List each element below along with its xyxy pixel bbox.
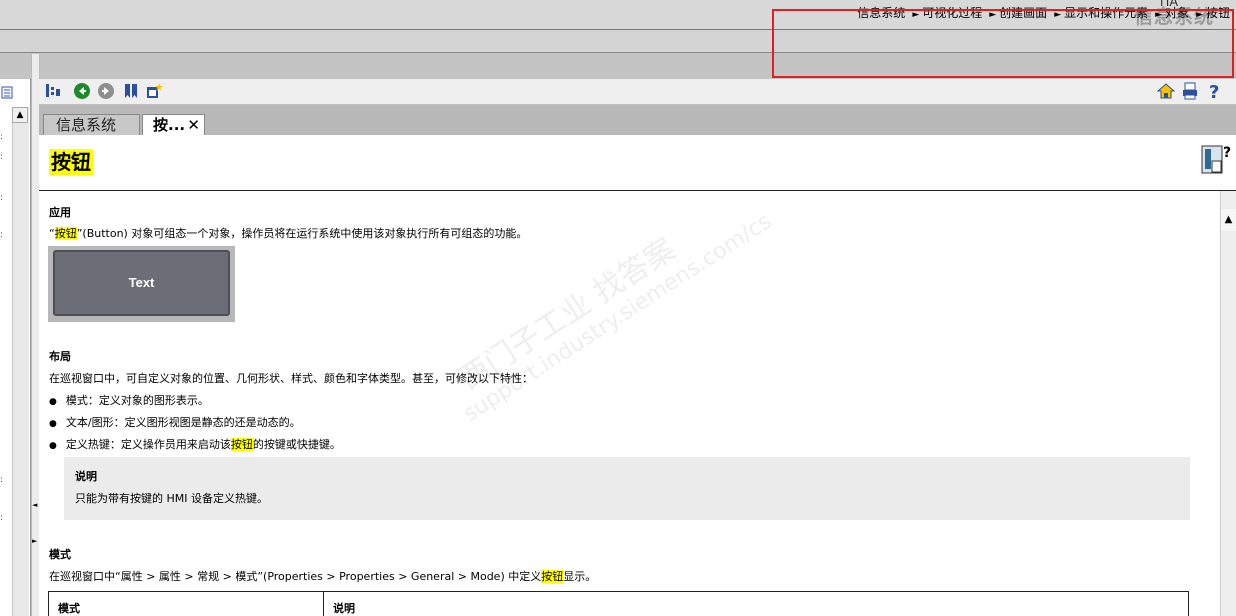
section-heading-mode: 模式	[49, 548, 71, 561]
quote-mark: “	[49, 227, 55, 240]
annotation-highlight-box	[772, 9, 1234, 78]
forward-icon[interactable]	[97, 82, 115, 100]
note-text: 只能为带有按键的 HMI 设备定义热键。	[75, 492, 268, 505]
list-item-text: 的按键或快捷键。	[252, 438, 341, 451]
scroll-up-icon[interactable]: ▲	[12, 107, 28, 123]
note-box: 说明 只能为带有按键的 HMI 设备定义热键。	[64, 457, 1190, 520]
list-item: 定义热键：定义操作员用来启动该按钮的按键或快捷键。	[49, 436, 341, 452]
mode-paragraph: 在巡视窗口中“属性 > 属性 > 常规 > 模式”(Properties > P…	[49, 568, 596, 584]
tree-dots: :	[0, 193, 4, 203]
mode-text: 显示。	[563, 570, 597, 583]
expand-right-icon[interactable]: ►	[32, 537, 37, 545]
topic-help-icon[interactable]: ?	[1200, 143, 1234, 177]
new-window-icon[interactable]	[145, 82, 163, 100]
mode-table: 模式 说明	[48, 591, 1189, 616]
sample-button-image: Text	[48, 246, 235, 322]
list-item-text: 模式：定义对象的图形表示。	[65, 394, 209, 407]
highlighted-term: 按钮	[230, 438, 253, 451]
mode-text: 在巡视窗口中“属性 > 属性 > 常规 > 模式”(Properties > P…	[49, 570, 542, 583]
toolbar: ?	[39, 79, 1236, 105]
sample-text-button: Text	[53, 250, 230, 316]
highlighted-term: 按钮	[54, 227, 77, 240]
home-icon[interactable]	[1157, 82, 1175, 100]
list-item: 模式：定义对象的图形表示。	[49, 392, 209, 408]
watermark-url: support.industry.siemens.com/cs	[459, 208, 777, 427]
help-icon[interactable]: ?	[1205, 82, 1223, 100]
topic-content: 应用 “按钮”(Button) 对象可组态一个对象，操作员将在运行系统中使用该对…	[39, 191, 1220, 616]
tree-dots: :	[0, 513, 4, 523]
table-header-description: 说明	[333, 602, 355, 615]
tree-dots: :	[0, 230, 4, 240]
print-icon[interactable]	[1, 86, 14, 99]
list-item: 文本/图形：定义图形视图是静态的还是动态的。	[49, 414, 301, 430]
bookmark-icon[interactable]	[122, 82, 140, 100]
tree-dots: :	[0, 132, 4, 142]
sync-toc-icon[interactable]	[44, 82, 62, 100]
section-heading-application: 应用	[49, 206, 71, 219]
help-question-mark: ?	[1223, 145, 1231, 161]
print-icon[interactable]	[1181, 82, 1199, 100]
tab-button-topic[interactable]: 按... ✕	[142, 114, 205, 135]
close-icon[interactable]: ✕	[187, 115, 200, 135]
layout-paragraph: 在巡视窗口中，可自定义对象的位置、几何形状、样式、颜色和字体类型。甚至，可修改以…	[49, 372, 533, 385]
tab-label: 按...	[153, 116, 186, 134]
back-icon[interactable]	[73, 82, 91, 100]
page-title: 按钮	[49, 149, 93, 175]
svg-text:?: ?	[1209, 82, 1219, 100]
left-scrollbar[interactable]	[12, 107, 29, 616]
scroll-up-icon[interactable]: ▲	[1221, 209, 1236, 231]
tree-dots: :	[0, 152, 4, 162]
collapse-left-icon[interactable]: ◄	[32, 501, 37, 509]
note-title: 说明	[75, 470, 97, 483]
page-header	[39, 135, 1236, 191]
application-paragraph: “按钮”(Button) 对象可组态一个对象，操作员将在运行系统中使用该对象执行…	[49, 225, 527, 241]
list-item-text: 定义热键：定义操作员用来启动该	[65, 438, 231, 451]
table-divider	[323, 592, 324, 616]
tab-bar: 信息系统 按... ✕	[39, 105, 1236, 135]
application-text: ”(Button) 对象可组态一个对象，操作员将在运行系统中使用该对象执行所有可…	[76, 227, 528, 240]
right-scrollbar[interactable]	[1220, 191, 1236, 616]
table-header-mode: 模式	[58, 602, 80, 615]
tab-label: 信息系统	[56, 116, 117, 134]
tree-dots: :	[0, 475, 4, 485]
highlighted-term: 按钮	[541, 570, 564, 583]
list-item-text: 文本/图形：定义图形视图是静态的还是动态的。	[65, 416, 301, 429]
tab-info-system[interactable]: 信息系统	[43, 114, 140, 135]
section-heading-layout: 布局	[49, 350, 71, 363]
